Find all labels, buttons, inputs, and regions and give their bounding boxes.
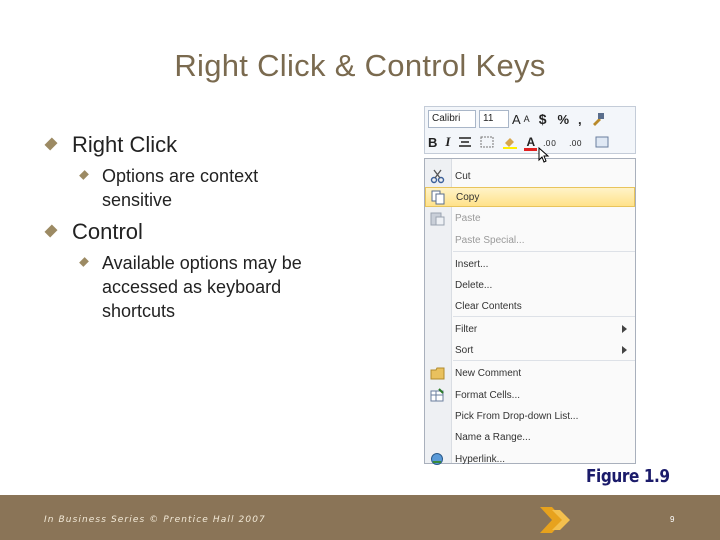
menu-item-filter[interactable]: Filter bbox=[425, 320, 635, 340]
menu-item-paste-special[interactable]: Paste Special... bbox=[425, 231, 635, 251]
bullet-control: Control bbox=[72, 219, 143, 244]
context-menu: Cut Copy Paste Paste Special... Insert... Del… bbox=[424, 158, 636, 465]
percent-icon[interactable]: % bbox=[557, 112, 569, 127]
svg-text:0: 0 bbox=[551, 139, 556, 148]
menu-separator bbox=[453, 251, 635, 252]
bullet-diamond-icon bbox=[79, 257, 89, 267]
sub-bullet-shortcuts: Available options may be accessed as key… bbox=[102, 253, 302, 321]
menu-item-label: New Comment bbox=[455, 368, 522, 379]
menu-item-label: Cut bbox=[455, 171, 471, 182]
toolbar-row-1: Calibri 11 A A $ % , bbox=[428, 109, 605, 129]
scissors-icon bbox=[430, 169, 445, 184]
mouse-cursor-icon bbox=[538, 147, 550, 163]
comment-icon bbox=[430, 367, 445, 380]
comma-icon[interactable]: , bbox=[578, 112, 582, 127]
bullet-diamond-icon bbox=[79, 170, 89, 180]
menu-item-delete[interactable]: Delete... bbox=[425, 276, 635, 296]
currency-icon[interactable]: $ bbox=[539, 111, 547, 127]
bullet-diamond-icon bbox=[44, 137, 58, 151]
menu-item-clear-contents[interactable]: Clear Contents bbox=[425, 297, 635, 317]
menu-item-label: Delete... bbox=[455, 280, 493, 291]
excel-context-menu-screenshot: Calibri 11 A A $ % , B I A .0 0 .00 Cut Co… bbox=[424, 106, 636, 465]
menu-item-label: Sort bbox=[455, 345, 474, 356]
submenu-arrow-icon bbox=[622, 325, 627, 333]
footer-bar: In Business Series © Prentice Hall 2007 bbox=[0, 495, 720, 540]
mini-toolbar: Calibri 11 A A $ % , B I A .0 0 .00 bbox=[424, 106, 636, 154]
menu-item-new-comment[interactable]: New Comment bbox=[425, 364, 635, 384]
italic-icon[interactable]: I bbox=[445, 134, 450, 150]
hyperlink-icon bbox=[431, 453, 443, 465]
menu-item-cut[interactable]: Cut bbox=[425, 167, 635, 187]
menu-item-label: Pick From Drop-down List... bbox=[455, 411, 579, 422]
format-cells-icon bbox=[430, 388, 444, 402]
format-painter-icon[interactable] bbox=[591, 112, 605, 126]
font-size-box[interactable]: 11 bbox=[479, 110, 509, 128]
menu-item-format-cells[interactable]: Format Cells... bbox=[425, 386, 635, 406]
menu-item-label: Clear Contents bbox=[455, 301, 522, 312]
menu-item-label: Paste bbox=[455, 213, 481, 224]
footer-text: In Business Series © Prentice Hall 2007 bbox=[44, 515, 266, 525]
fill-color-icon[interactable] bbox=[502, 135, 518, 149]
double-chevron-logo-icon bbox=[540, 507, 570, 533]
menu-item-label: Name a Range... bbox=[455, 432, 531, 443]
menu-separator bbox=[453, 316, 635, 317]
copy-icon bbox=[431, 190, 445, 205]
page-number: 9 bbox=[670, 515, 675, 524]
menu-item-label: Insert... bbox=[455, 259, 489, 270]
decrease-decimal-icon[interactable]: .00 bbox=[569, 136, 587, 148]
svg-text:.00: .00 bbox=[569, 139, 582, 148]
menu-item-sort[interactable]: Sort bbox=[425, 341, 635, 361]
slide-title: Right Click & Control Keys bbox=[174, 48, 546, 83]
paste-icon bbox=[430, 212, 445, 226]
merge-cells-icon[interactable] bbox=[595, 136, 609, 148]
menu-item-label: Copy bbox=[456, 192, 480, 203]
menu-item-label: Filter bbox=[455, 324, 478, 335]
bullet-diamond-icon bbox=[44, 224, 58, 238]
menu-item-pick-from-drop-down-list[interactable]: Pick From Drop-down List... bbox=[425, 407, 635, 427]
menu-item-label: Paste Special... bbox=[455, 235, 525, 246]
borders-icon[interactable] bbox=[480, 136, 494, 148]
submenu-arrow-icon bbox=[622, 346, 627, 354]
font-name-box[interactable]: Calibri bbox=[428, 110, 476, 128]
grow-font-icon[interactable]: A bbox=[512, 112, 521, 127]
sub-bullet-context: Options are context sensitive bbox=[102, 166, 259, 210]
menu-separator bbox=[453, 360, 635, 361]
bullet-right-click: Right Click bbox=[72, 132, 178, 157]
figure-label: Figure 1.9 bbox=[586, 466, 670, 487]
bold-icon[interactable]: B bbox=[428, 135, 437, 150]
menu-item-label: Hyperlink... bbox=[455, 454, 506, 465]
shrink-font-icon[interactable]: A bbox=[524, 114, 530, 124]
toolbar-row-2: B I A .0 0 .00 bbox=[428, 132, 609, 152]
menu-item-copy[interactable]: Copy bbox=[425, 187, 635, 207]
center-align-icon[interactable] bbox=[458, 136, 472, 148]
menu-item-paste[interactable]: Paste bbox=[425, 209, 635, 229]
menu-item-name-a-range[interactable]: Name a Range... bbox=[425, 428, 635, 448]
font-color-icon[interactable]: A bbox=[524, 135, 538, 151]
menu-item-insert[interactable]: Insert... bbox=[425, 255, 635, 275]
menu-item-label: Format Cells... bbox=[455, 390, 521, 401]
